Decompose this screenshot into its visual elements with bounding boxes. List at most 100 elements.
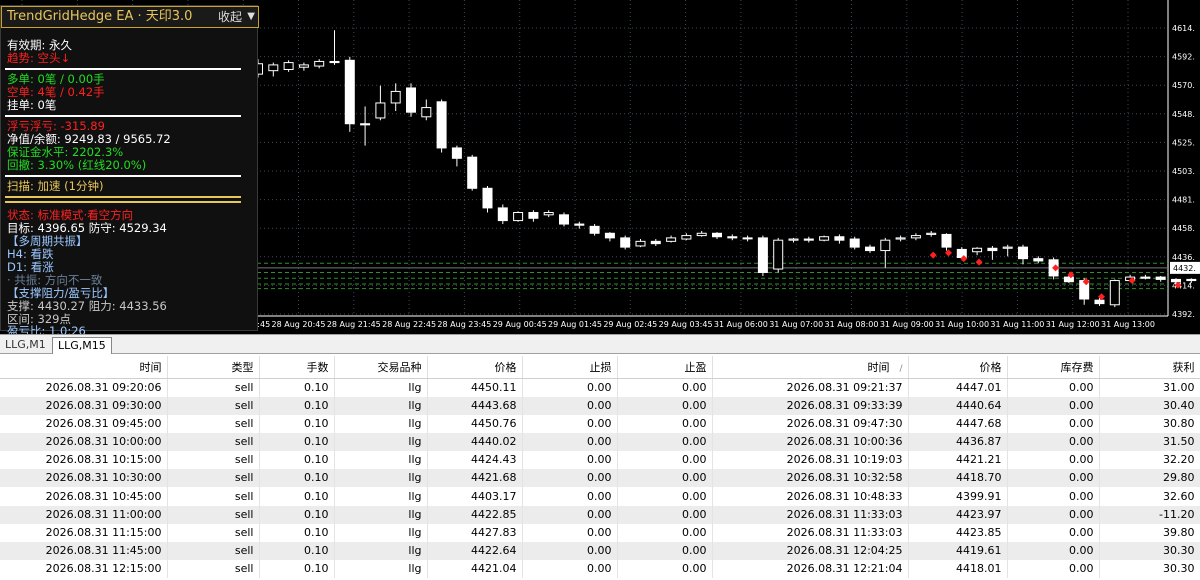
candle-bullish [926, 232, 937, 235]
candle-bearish [528, 212, 539, 219]
candle-bearish [604, 232, 615, 239]
cell-open-time: 2026.08.31 10:00:00 [0, 432, 168, 452]
col-stop-loss[interactable]: 止损 [522, 356, 618, 379]
candle-bullish [1109, 280, 1120, 306]
cell-close-price: 4423.97 [908, 505, 1008, 524]
cell-close-price: 4440.64 [908, 396, 1008, 415]
candle-bearish [497, 207, 508, 222]
cell-symbol: llg [334, 432, 428, 452]
cell-stop-loss: 0.00 [522, 378, 618, 397]
ea-title-bar[interactable]: TrendGridHedge EA · 天印3.0 收起 ▼ [1, 6, 259, 28]
pending-orders-text: 挂单: 0笔 [7, 98, 57, 112]
cell-take-profit: 0.00 [617, 378, 713, 397]
col-type[interactable]: 类型 [167, 356, 260, 379]
cell-type: sell [167, 560, 260, 579]
tab-llg-m15[interactable]: LLG,M15 [52, 337, 112, 354]
trade-marker-icon [929, 251, 937, 259]
col-close-price[interactable]: 价格 [908, 356, 1008, 379]
col-close-time[interactable]: 时间 / [712, 356, 909, 379]
table-row[interactable]: 2026.08.31 11:15:00 sell 0.10 llg 4427.83 0.0… [0, 523, 1200, 542]
cell-type: sell [167, 542, 260, 561]
price-axis-label: 4592. [1172, 53, 1195, 62]
candle-bearish [865, 246, 875, 252]
time-axis-label: 29 Aug 00:45 [493, 320, 547, 329]
cell-volume: 0.10 [259, 505, 335, 524]
cell-open-price: 4450.76 [427, 414, 523, 433]
cell-take-profit: 0.00 [617, 523, 713, 542]
collapse-button[interactable]: 收起 [218, 7, 242, 27]
candle-bearish [589, 225, 600, 234]
table-row[interactable]: 2026.08.31 10:15:00 sell 0.10 llg 4424.43 0.0… [0, 451, 1200, 470]
time-axis-label: 28 Aug 21:45 [327, 320, 381, 329]
candle-bullish [773, 239, 784, 270]
col-open-time[interactable]: 时间 [0, 356, 168, 379]
cell-volume: 0.10 [259, 542, 335, 561]
cell-open-time: 2026.08.31 12:15:00 [0, 560, 168, 579]
cell-type: sell [167, 523, 260, 542]
candle-bearish [987, 247, 998, 252]
cell-profit: 32.60 [1099, 487, 1200, 506]
cell-stop-loss: 0.00 [522, 487, 618, 506]
cell-profit: 30.30 [1099, 542, 1200, 561]
cell-open-time: 2026.08.31 11:00:00 [0, 505, 168, 524]
trade-marker-icon [975, 258, 983, 266]
cell-swap: 0.00 [1007, 396, 1100, 415]
tab-llg-m1[interactable]: LLG,M1 [0, 337, 52, 354]
cell-volume: 0.10 [259, 487, 335, 506]
cell-close-price: 4418.01 [908, 560, 1008, 579]
candle-bearish [436, 101, 447, 149]
table-row[interactable]: 2026.08.31 10:45:00 sell 0.10 llg 4403.17 0.0… [0, 487, 1200, 506]
col-profit[interactable]: 获利 [1099, 356, 1200, 379]
col-swap[interactable]: 库存费 [1007, 356, 1100, 379]
cell-close-time: 2026.08.31 10:48:33 [712, 487, 909, 506]
col-symbol[interactable]: 交易品种 [334, 356, 428, 379]
cell-close-time: 2026.08.31 09:33:39 [712, 396, 909, 415]
cell-swap: 0.00 [1007, 378, 1100, 397]
candle-bearish [1155, 276, 1166, 280]
time-axis-label: 31 Aug 13:00 [1101, 320, 1155, 329]
candle-bearish [1033, 258, 1044, 262]
col-open-price[interactable]: 价格 [427, 356, 523, 379]
cell-symbol: llg [334, 396, 428, 415]
candle-bearish [451, 147, 462, 159]
candle-bearish [757, 237, 768, 273]
trade-history-table: 时间 类型 手数 交易品种 价格 止损 止盈 时间 / 价格 库存费 获利 202… [0, 356, 1200, 579]
table-row[interactable]: 2026.08.31 11:45:00 sell 0.10 llg 4422.64 0.0… [0, 542, 1200, 561]
cell-take-profit: 0.00 [617, 487, 713, 506]
cell-symbol: llg [334, 451, 428, 470]
cell-open-price: 4422.85 [427, 505, 523, 524]
candle-bearish [803, 238, 814, 241]
price-axis-label: 4614. [1172, 24, 1195, 33]
cell-open-time: 2026.08.31 10:45:00 [0, 487, 168, 506]
cell-type: sell [167, 487, 260, 506]
cell-open-price: 4422.64 [427, 542, 523, 561]
price-axis-label: 4458. [1172, 224, 1195, 233]
cell-type: sell [167, 414, 260, 433]
col-take-profit[interactable]: 止盈 [617, 356, 713, 379]
table-row[interactable]: 2026.08.31 09:45:00 sell 0.10 llg 4450.76 0.0… [0, 414, 1200, 433]
cell-profit: 30.30 [1099, 560, 1200, 579]
time-axis-label: 28 Aug 22:45 [382, 320, 436, 329]
cell-volume: 0.10 [259, 396, 335, 415]
candle-bullish [283, 62, 294, 71]
chevron-down-icon[interactable]: ▼ [247, 7, 255, 27]
candle-bearish [344, 59, 355, 125]
table-row[interactable]: 2026.08.31 11:00:00 sell 0.10 llg 4422.85 0.0… [0, 505, 1200, 524]
cell-stop-loss: 0.00 [522, 396, 618, 415]
cell-profit: 31.00 [1099, 378, 1200, 397]
col-volume[interactable]: 手数 [259, 356, 335, 379]
table-row[interactable]: 2026.08.31 09:20:06 sell 0.10 llg 4450.11 0.0… [0, 378, 1200, 397]
candle-bullish [895, 237, 906, 240]
sort-indicator: / [899, 363, 903, 374]
trend-text: 趋势: 空头↓ [7, 51, 71, 65]
table-row[interactable]: 2026.08.31 10:30:00 sell 0.10 llg 4421.68 0.0… [0, 469, 1200, 488]
cell-open-price: 4421.04 [427, 560, 523, 579]
price-chart[interactable]: 4614. 4592. 4570. 4548. 4525. 4503. 4481. 4458.… [0, 0, 1200, 334]
cell-close-price: 4419.61 [908, 542, 1008, 561]
table-row[interactable]: 2026.08.31 09:30:00 sell 0.10 llg 4443.68 0.0… [0, 396, 1200, 415]
table-row[interactable]: 2026.08.31 10:00:00 sell 0.10 llg 4440.02 0.0… [0, 432, 1200, 452]
cell-symbol: llg [334, 487, 428, 506]
cell-close-price: 4447.01 [908, 378, 1008, 397]
time-axis-label: 28 Aug 23:45 [437, 320, 491, 329]
table-row[interactable]: 2026.08.31 12:15:00 sell 0.10 llg 4421.04 0.0… [0, 560, 1200, 579]
